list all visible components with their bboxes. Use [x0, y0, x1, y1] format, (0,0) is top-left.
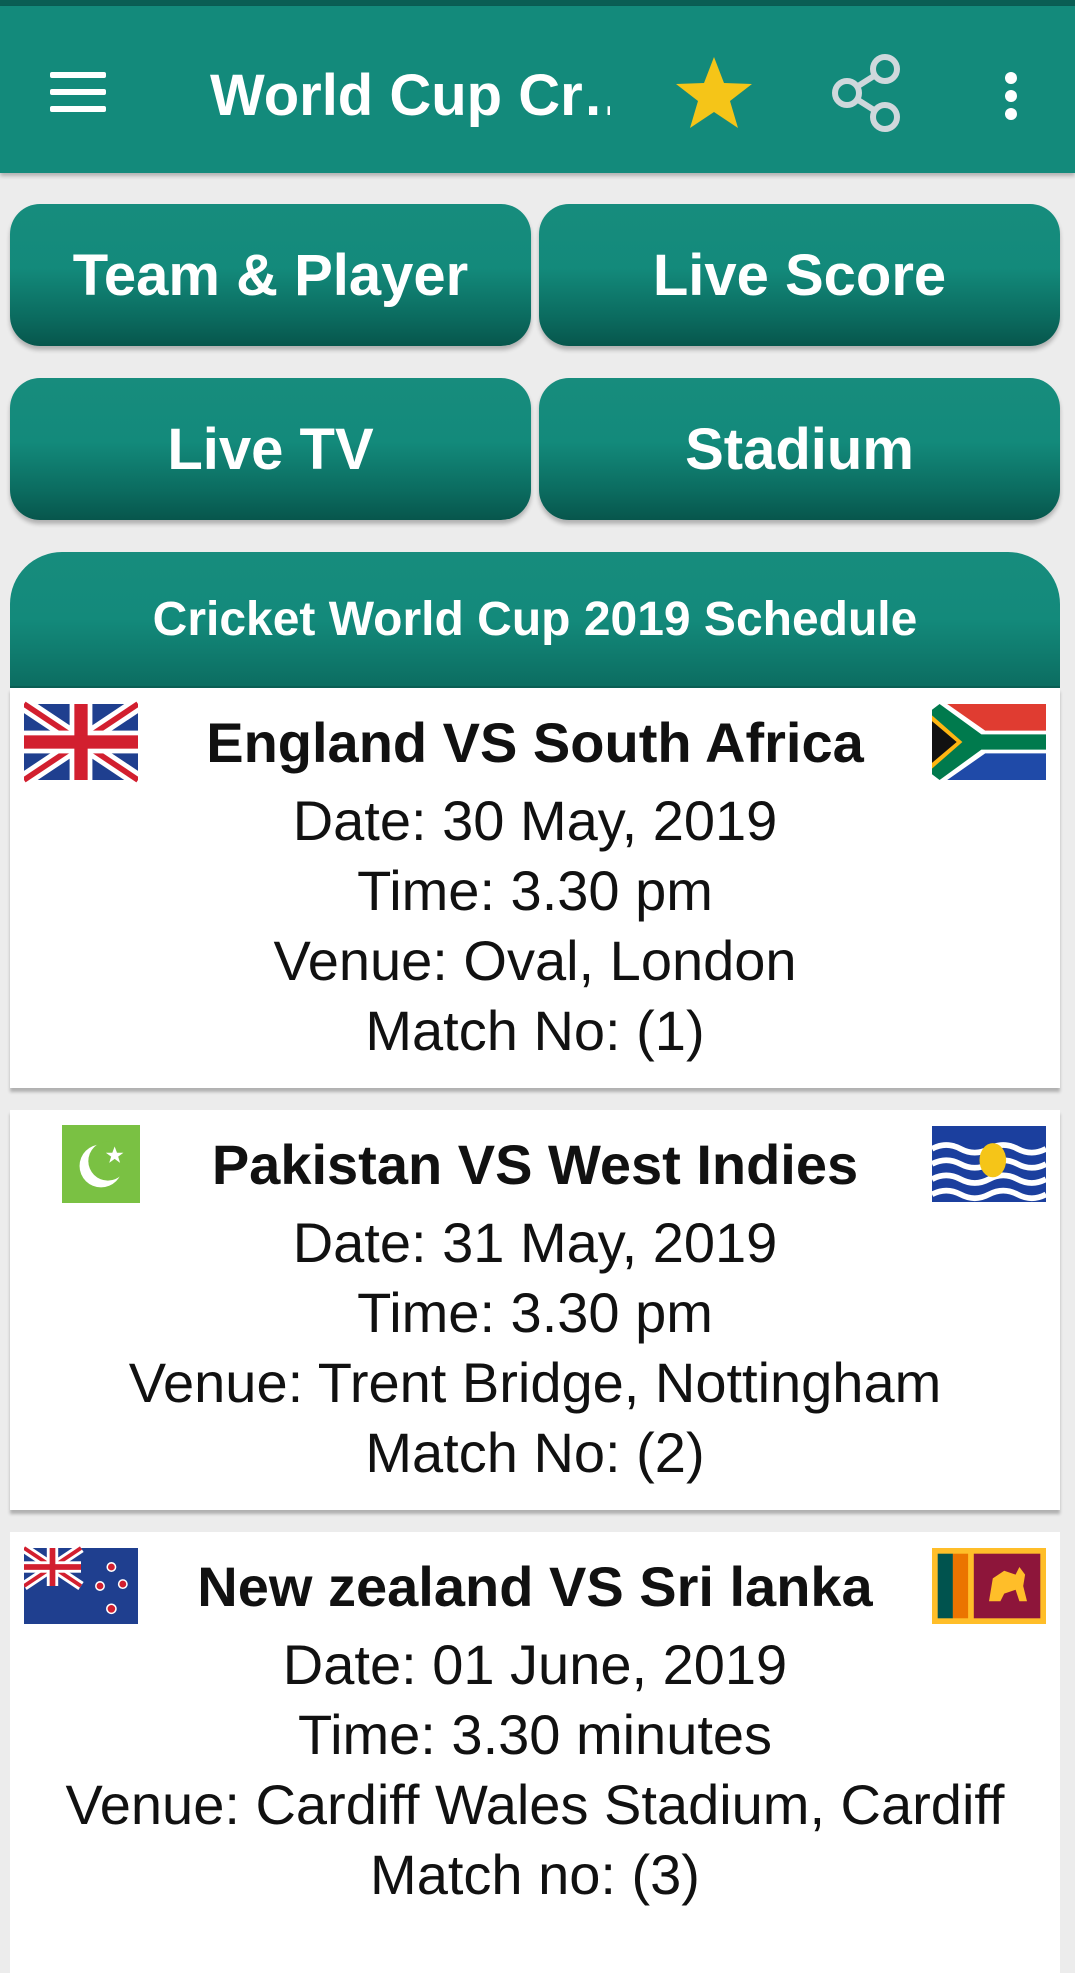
app-title: World Cup Cr… — [210, 63, 610, 128]
match-teams: New zealand VS Sri lanka — [197, 1555, 873, 1618]
match-teams: England VS South Africa — [206, 711, 864, 774]
menu-icon[interactable] — [38, 62, 118, 122]
team-player-button[interactable]: Team & Player — [10, 204, 531, 346]
match-number: Match No: (1) — [365, 999, 705, 1062]
match-date: Date: 01 June, 2019 — [282, 1633, 788, 1696]
match-time: Time: 3.30 pm — [357, 1281, 713, 1344]
match-date: Date: 31 May, 2019 — [292, 1211, 778, 1274]
match-time: Time: 3.30 pm — [357, 859, 713, 922]
schedule-header: Cricket World Cup 2019 Schedule — [10, 552, 1060, 689]
match-number: Match No: (2) — [365, 1421, 705, 1484]
match-venue: Venue: Trent Bridge, Nottingham — [128, 1351, 942, 1414]
match-card[interactable]: Pakistan VS West Indies Date: 31 May, 20… — [10, 1110, 1060, 1510]
live-tv-button[interactable]: Live TV — [10, 378, 531, 520]
live-score-button[interactable]: Live Score — [539, 204, 1060, 346]
match-venue: Venue: Cardiff Wales Stadium, Cardiff — [65, 1773, 1005, 1836]
match-venue: Venue: Oval, London — [273, 929, 797, 992]
match-date: Date: 30 May, 2019 — [292, 789, 778, 852]
share-icon[interactable] — [825, 51, 909, 135]
match-card[interactable]: New zealand VS Sri lanka Date: 01 June, … — [10, 1532, 1060, 1973]
match-time: Time: 3.30 minutes — [297, 1703, 773, 1766]
app-bar: World Cup Cr… — [0, 6, 1075, 173]
match-number: Match no: (3) — [370, 1843, 700, 1906]
star-icon[interactable] — [672, 51, 756, 135]
match-teams: Pakistan VS West Indies — [211, 1133, 859, 1196]
more-vert-icon[interactable] — [975, 56, 1045, 136]
stadium-button[interactable]: Stadium — [539, 378, 1060, 520]
match-card[interactable]: England VS South Africa Date: 30 May, 20… — [10, 688, 1060, 1088]
